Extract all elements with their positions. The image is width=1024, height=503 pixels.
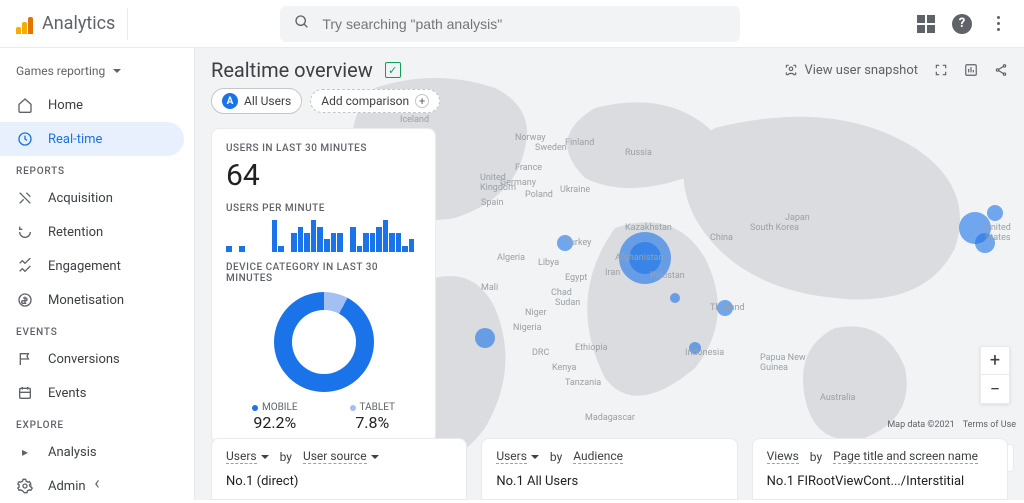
sidebar-item-conversions[interactable]: Conversions [0, 342, 184, 376]
sidebar-item-admin[interactable]: Admin [0, 469, 184, 503]
zoom-out-button[interactable]: − [981, 375, 1009, 403]
sidebar-item-engagement[interactable]: Engagement [0, 249, 184, 283]
more-icon[interactable] [988, 14, 1008, 34]
help-icon[interactable]: ? [952, 14, 972, 34]
device-donut-chart [274, 292, 374, 392]
flag-icon [16, 350, 34, 368]
insights-icon[interactable] [964, 63, 978, 77]
events-icon [16, 384, 34, 402]
app-name: Analytics [42, 13, 115, 34]
collapse-sidebar[interactable]: ‹ [94, 473, 99, 494]
monetisation-icon [16, 291, 34, 309]
pill-add-comparison[interactable]: Add comparison + [310, 89, 440, 113]
chevron-down-icon [531, 455, 539, 459]
users-30-label: USERS IN LAST 30 MINUTES [226, 143, 421, 154]
overview-card: USERS IN LAST 30 MINUTES 64 USERS PER MI… [211, 128, 436, 443]
app-logo[interactable]: Analytics [16, 8, 128, 40]
card-views-by-page[interactable]: Views by Page title and screen name No.1… [752, 438, 1008, 500]
share-icon[interactable] [994, 63, 1008, 77]
plus-icon: + [415, 94, 429, 108]
page-title: Realtime overview [211, 58, 373, 82]
verified-icon: ✓ [385, 62, 401, 78]
search-input[interactable] [322, 16, 726, 32]
chevron-down-icon [371, 455, 379, 459]
engagement-icon [16, 257, 34, 275]
zoom-in-button[interactable]: + [981, 347, 1009, 375]
section-reports: REPORTS [0, 156, 194, 181]
search-icon [294, 14, 310, 34]
card-users-by-audience[interactable]: Users by Audience No.1 All Users [481, 438, 737, 500]
clock-icon [16, 130, 34, 148]
apps-icon[interactable] [916, 14, 936, 34]
gear-icon [16, 477, 34, 495]
audience-badge-icon: A [222, 93, 238, 109]
map-attribution: Map data ©2021 [887, 420, 954, 430]
map-terms-link[interactable]: Terms of Use [963, 420, 1016, 430]
retention-icon [16, 223, 34, 241]
map-zoom-control: + − [980, 346, 1010, 404]
acquisition-icon [16, 189, 34, 207]
sidebar-item-events[interactable]: Events [0, 376, 184, 410]
view-user-snapshot-button[interactable]: View user snapshot [784, 63, 918, 78]
sidebar-item-monetisation[interactable]: Monetisation [0, 283, 184, 317]
users-per-minute-label: USERS PER MINUTE [226, 203, 421, 214]
sidebar-item-analysis[interactable]: ▸ Analysis [0, 435, 184, 469]
sidebar: Games reporting Home Real-time REPORTS A… [0, 48, 195, 500]
sidebar-item-realtime[interactable]: Real-time [0, 122, 184, 156]
property-name: Games reporting [16, 64, 105, 78]
chevron-down-icon [113, 69, 121, 73]
home-icon [16, 96, 34, 114]
sidebar-item-retention[interactable]: Retention [0, 215, 184, 249]
legend-tablet: TABLET 7.8% [350, 402, 395, 432]
sidebar-item-acquisition[interactable]: Acquisition [0, 181, 184, 215]
property-selector[interactable]: Games reporting [0, 54, 194, 88]
card-users-by-source[interactable]: Users by User source No.1 (direct) [211, 438, 467, 500]
device-category-label: DEVICE CATEGORY IN LAST 30 MINUTES [226, 262, 421, 284]
users-30-value: 64 [226, 158, 421, 193]
section-events: EVENTS [0, 317, 194, 342]
legend-mobile: MOBILE 92.2% [252, 402, 298, 432]
fullscreen-icon[interactable] [934, 63, 948, 77]
search-box[interactable] [280, 6, 740, 42]
chevron-down-icon [261, 455, 269, 459]
analytics-logo-icon [16, 14, 36, 34]
sidebar-item-home[interactable]: Home [0, 88, 184, 122]
users-per-minute-chart [226, 214, 421, 252]
pill-all-users[interactable]: A All Users [211, 88, 302, 114]
analysis-icon: ▸ [16, 443, 34, 461]
section-explore: EXPLORE [0, 410, 194, 435]
